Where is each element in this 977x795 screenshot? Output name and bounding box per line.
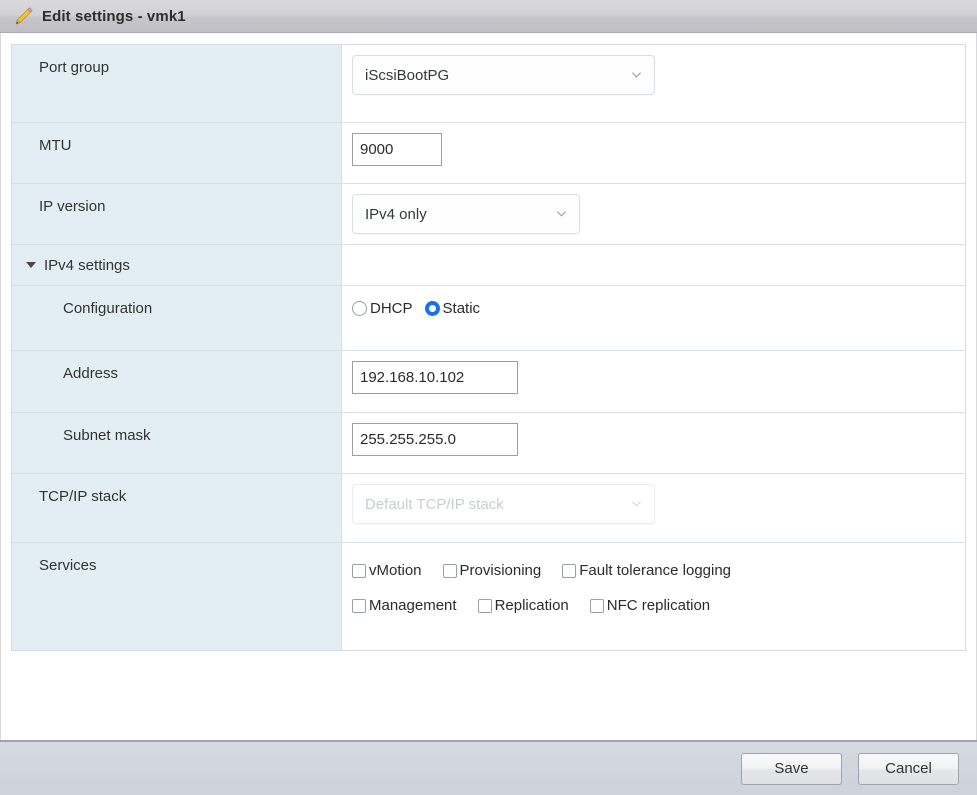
radio-dhcp-label: DHCP bbox=[370, 300, 413, 317]
collapse-triangle-icon[interactable] bbox=[26, 262, 36, 268]
checkbox-nfc-replication[interactable]: NFC replication bbox=[589, 597, 711, 614]
field-address bbox=[342, 351, 965, 412]
subnet-mask-input[interactable] bbox=[352, 423, 518, 456]
label-ip-version: IP version bbox=[12, 184, 342, 244]
radio-static-label: Static bbox=[442, 300, 481, 317]
tcpip-stack-value: Default TCP/IP stack bbox=[365, 495, 504, 513]
checkbox-management-label: Management bbox=[369, 597, 457, 614]
label-configuration: Configuration bbox=[12, 286, 342, 350]
label-tcpip-stack: TCP/IP stack bbox=[12, 474, 342, 542]
field-port-group: iScsiBootPG bbox=[342, 45, 965, 122]
row-address: Address bbox=[12, 351, 965, 413]
save-button[interactable]: Save bbox=[741, 752, 842, 785]
dialog-footer: Save Cancel bbox=[0, 740, 977, 795]
checkbox-nfc-replication-label: NFC replication bbox=[606, 597, 711, 614]
services-row-2: Management Replication NFC replication bbox=[352, 597, 752, 614]
dialog-titlebar: Edit settings - vmk1 bbox=[0, 0, 977, 33]
label-port-group: Port group bbox=[12, 45, 342, 122]
radio-dhcp-indicator[interactable] bbox=[352, 301, 367, 316]
label-address: Address bbox=[12, 351, 342, 412]
configuration-radio-group: DHCP Static bbox=[352, 296, 488, 317]
field-ip-version: IPv4 only bbox=[342, 184, 965, 244]
chevron-down-icon bbox=[631, 72, 642, 78]
row-mtu: MTU bbox=[12, 123, 965, 184]
row-port-group: Port group iScsiBootPG bbox=[12, 45, 965, 123]
checkbox-provisioning-label: Provisioning bbox=[459, 562, 542, 579]
checkbox-fault-tolerance-logging-label: Fault tolerance logging bbox=[579, 562, 732, 579]
field-mtu bbox=[342, 123, 965, 183]
checkbox-fault-tolerance-logging-indicator[interactable] bbox=[562, 563, 577, 578]
checkbox-replication-label: Replication bbox=[494, 597, 569, 614]
checkbox-replication[interactable]: Replication bbox=[477, 597, 569, 614]
field-configuration: DHCP Static bbox=[342, 286, 965, 350]
chevron-down-icon bbox=[631, 501, 642, 507]
ip-version-value: IPv4 only bbox=[365, 205, 427, 223]
checkbox-provisioning[interactable]: Provisioning bbox=[442, 562, 542, 579]
port-group-value: iScsiBootPG bbox=[365, 66, 450, 84]
checkbox-management-indicator[interactable] bbox=[352, 598, 366, 613]
port-group-select[interactable]: iScsiBootPG bbox=[352, 55, 655, 95]
ip-version-select[interactable]: IPv4 only bbox=[352, 194, 580, 234]
checkbox-fault-tolerance-logging[interactable]: Fault tolerance logging bbox=[562, 562, 731, 579]
mtu-input[interactable] bbox=[352, 133, 442, 166]
services-row-1: vMotion Provisioning Fault tolerance log… bbox=[352, 562, 752, 579]
ipv4-settings-section-header[interactable]: IPv4 settings bbox=[12, 245, 342, 285]
field-subnet-mask bbox=[342, 413, 965, 473]
settings-form: Port group iScsiBootPG MTU 9000 IP versi… bbox=[11, 44, 966, 651]
field-services: vMotion Provisioning Fault tolerance log… bbox=[342, 543, 965, 650]
cancel-button[interactable]: Cancel bbox=[858, 752, 959, 785]
checkbox-vmotion[interactable]: vMotion bbox=[352, 562, 422, 579]
row-tcpip-stack: TCP/IP stack Default TCP/IP stack bbox=[12, 474, 965, 543]
dialog-title: Edit settings - vmk1 bbox=[42, 7, 186, 25]
field-tcpip-stack: Default TCP/IP stack bbox=[342, 474, 965, 542]
radio-static-indicator[interactable] bbox=[424, 301, 440, 316]
radio-dhcp[interactable]: DHCP bbox=[352, 300, 413, 317]
pencil-icon bbox=[15, 7, 33, 25]
checkbox-replication-indicator[interactable] bbox=[477, 598, 492, 613]
services-checkbox-group: vMotion Provisioning Fault tolerance log… bbox=[352, 553, 752, 614]
checkbox-vmotion-label: vMotion bbox=[369, 562, 422, 579]
checkbox-provisioning-indicator[interactable] bbox=[442, 563, 457, 578]
row-ipv4-settings-section: IPv4 settings bbox=[12, 245, 965, 286]
chevron-down-icon bbox=[556, 211, 567, 217]
row-subnet-mask: Subnet mask bbox=[12, 413, 965, 474]
row-ip-version: IP version IPv4 only bbox=[12, 184, 965, 245]
row-services: Services vMotion Provisioning Fault tole… bbox=[12, 543, 965, 650]
address-input[interactable] bbox=[352, 361, 518, 394]
field-ipv4-settings-section bbox=[342, 245, 965, 285]
dialog-body: Port group iScsiBootPG MTU 9000 IP versi… bbox=[0, 33, 977, 740]
checkbox-vmotion-indicator[interactable] bbox=[352, 563, 366, 578]
checkbox-management[interactable]: Management bbox=[352, 597, 457, 614]
tcpip-stack-select: Default TCP/IP stack bbox=[352, 484, 655, 524]
checkbox-nfc-replication-indicator[interactable] bbox=[589, 598, 604, 613]
label-subnet-mask: Subnet mask bbox=[12, 413, 342, 473]
edit-settings-dialog: Edit settings - vmk1 Port group iScsiBoo… bbox=[0, 0, 977, 795]
row-configuration: Configuration DHCP Static bbox=[12, 286, 965, 351]
label-mtu: MTU bbox=[12, 123, 342, 183]
ipv4-settings-label: IPv4 settings bbox=[44, 256, 130, 274]
radio-static[interactable]: Static bbox=[424, 300, 481, 317]
label-services: Services bbox=[12, 543, 342, 650]
